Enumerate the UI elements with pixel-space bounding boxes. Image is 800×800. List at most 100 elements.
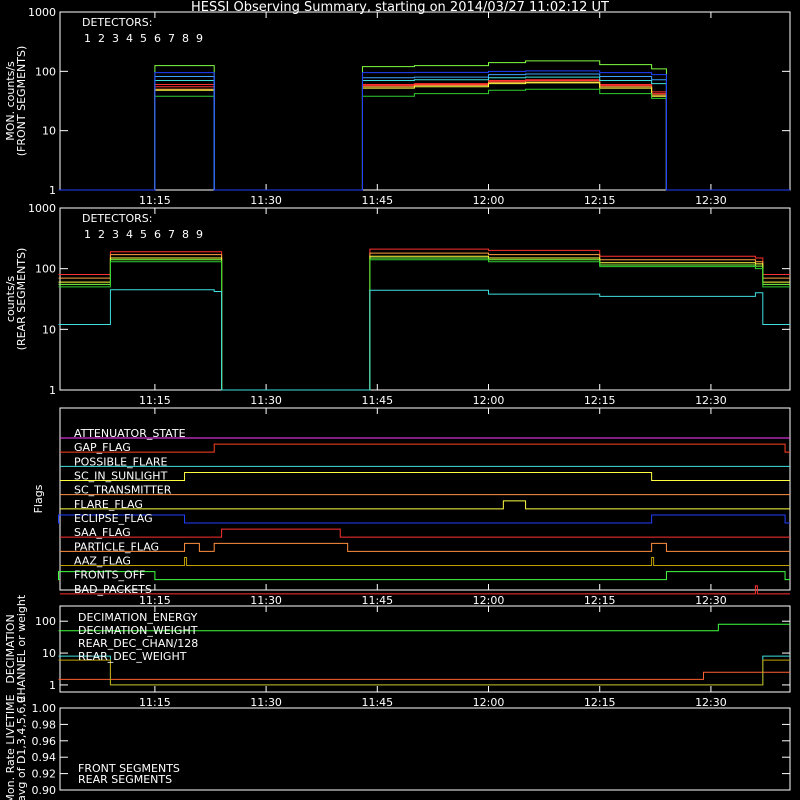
flags-label-sc_transmitter: SC_TRANSMITTER <box>74 484 172 497</box>
front-legend-label: 7 <box>168 32 175 45</box>
front-series-2 <box>58 80 790 191</box>
flags-xtick-label: 12:00 <box>473 594 505 607</box>
livetime-ytick-label: 1.00 <box>32 702 57 715</box>
rear-legend-label: 7 <box>168 228 175 241</box>
front-series-3 <box>58 81 790 191</box>
livetime-ytick-label: 0.92 <box>32 768 57 781</box>
decimation-xtick-label: 11:30 <box>250 696 282 709</box>
rear-ytick-label: 10 <box>42 323 56 336</box>
decimation-xtick-label: 12:00 <box>473 696 505 709</box>
front-xtick-label: 11:15 <box>139 194 171 207</box>
rear-xtick-label: 12:30 <box>695 394 727 407</box>
rear-series-4 <box>58 255 790 391</box>
observing-summary-chart: 11:15 11:30 11:45 12:00 12:15 12:301101001000… <box>4 6 791 800</box>
front-series-6 <box>58 88 790 191</box>
rear-legend-label: 3 <box>112 228 119 241</box>
livetime-ytick-label: 0.94 <box>32 751 57 764</box>
front-legend-label: 6 <box>154 32 161 45</box>
rear-xtick-label: 11:45 <box>361 394 393 407</box>
front-series-4 <box>58 82 790 191</box>
flags-label-eclipse_flag: ECLIPSE_FLAG <box>74 512 153 525</box>
front-series-8 <box>58 73 790 191</box>
flags-line-aaz_flag <box>60 557 790 566</box>
front-xtick-label: 12:30 <box>695 194 727 207</box>
front-legend-label: 9 <box>196 32 203 45</box>
decimation-xtick-label: 12:30 <box>695 696 727 709</box>
flags-line-fronts_off <box>58 571 790 581</box>
rear-xtick-label: 12:15 <box>584 394 616 407</box>
front-legend-label: 2 <box>98 32 105 45</box>
rear-xtick-label: 11:15 <box>139 394 171 407</box>
rear-ytick-label: 1 <box>49 384 56 397</box>
rear-legend-label: 9 <box>196 228 203 241</box>
rear-series-6 <box>58 259 790 391</box>
livetime-legend-label: REAR SEGMENTS <box>78 773 172 786</box>
flags-label-gap_flag: GAP_FLAG <box>74 441 131 454</box>
flags-xtick-label: 11:30 <box>250 594 282 607</box>
flags-line-flare_flag <box>60 500 790 510</box>
rear-legend-label: 5 <box>140 228 147 241</box>
decimation-series-decimation-weight <box>58 671 790 680</box>
front-xtick-label: 11:30 <box>250 194 282 207</box>
rear-series-3 <box>58 252 790 391</box>
livetime-ylabel: avg of D1,3,4,5,6,9 <box>15 696 28 800</box>
decimation-xtick-label: 11:15 <box>139 696 171 709</box>
flags-line-saa_flag <box>60 528 790 538</box>
flags-xtick-label: 11:45 <box>361 594 393 607</box>
flags-label-fronts_off: FRONTS_OFF <box>74 569 145 582</box>
flags-label-aaz_flag: AAZ_FLAG <box>74 555 131 568</box>
front-xtick-label: 12:00 <box>473 194 505 207</box>
front-ylabel: (FRONT SEGMENTS) <box>15 46 28 156</box>
flags-label-attenuator_state: ATTENUATOR_STATE <box>74 427 186 440</box>
front-legend-label: 5 <box>140 32 147 45</box>
rear-legend-label: 2 <box>98 228 105 241</box>
front-legend-label: 1 <box>84 32 91 45</box>
decimation-ytick-label: 10 <box>42 647 56 660</box>
flags-line-eclipse_flag <box>58 514 790 524</box>
front-ytick-label: 1 <box>49 184 56 197</box>
front-legend-title: DETECTORS: <box>82 16 152 29</box>
livetime-ytick-label: 0.90 <box>32 784 57 797</box>
decimation-legend-label: DECIMATION_ENERGY <box>78 611 198 624</box>
rear-xtick-label: 12:00 <box>473 394 505 407</box>
decimation-ylabel: CHANNEL or weight <box>15 594 28 703</box>
decimation-ytick-label: 1 <box>49 679 56 692</box>
rear-legend-label: 6 <box>154 228 161 241</box>
flags-label-sc_in_sunlight: SC_IN_SUNLIGHT <box>74 470 168 483</box>
flags-line-gap_flag <box>60 443 790 453</box>
front-legend-label: 4 <box>126 32 133 45</box>
rear-series-5 <box>58 257 790 391</box>
flags-label-particle_flag: PARTICLE_FLAG <box>74 540 159 553</box>
rear-ytick-label: 1000 <box>28 202 56 215</box>
rear-ylabel: (REAR SEGMENTS) <box>15 248 28 351</box>
decimation-legend-label: REAR_DEC_WEIGHT <box>78 650 187 663</box>
flags-ylabel: Flags <box>32 484 45 513</box>
rear-legend-label: 1 <box>84 228 91 241</box>
decimation-series-rear-dec-weight <box>58 659 790 686</box>
flags-label-flare_flag: FLARE_FLAG <box>74 498 143 511</box>
front-legend-label: 8 <box>182 32 189 45</box>
flags-label-possible_flare: POSSIBLE_FLARE <box>74 455 168 468</box>
flags-label-saa_flag: SAA_FLAG <box>74 526 131 539</box>
flags-xtick-label: 12:15 <box>584 594 616 607</box>
decimation-xtick-label: 12:15 <box>584 696 616 709</box>
flags-line-sc_in_sunlight <box>60 472 790 481</box>
rear-legend-title: DETECTORS: <box>82 212 152 225</box>
decimation-ytick-label: 100 <box>35 615 56 628</box>
front-ytick-label: 1000 <box>28 6 56 19</box>
rear-legend-label: 4 <box>126 228 133 241</box>
rear-ytick-label: 100 <box>35 263 56 276</box>
livetime-ytick-label: 0.98 <box>32 718 57 731</box>
flags-label-bad_packets: BAD_PACKETS <box>74 583 152 596</box>
decimation-xtick-label: 11:45 <box>361 696 393 709</box>
front-xtick-label: 11:45 <box>361 194 393 207</box>
front-ytick-label: 10 <box>42 125 56 138</box>
rear-series-7 <box>58 289 790 391</box>
flags-line-particle_flag <box>60 542 790 552</box>
decimation-legend-label: DECIMATION_WEIGHT <box>78 624 198 637</box>
rear-legend-label: 8 <box>182 228 189 241</box>
decimation-legend-label: REAR_DEC_CHAN/128 <box>78 637 198 650</box>
front-legend-label: 3 <box>112 32 119 45</box>
front-ytick-label: 100 <box>35 65 56 78</box>
flags-xtick-label: 12:30 <box>695 594 727 607</box>
